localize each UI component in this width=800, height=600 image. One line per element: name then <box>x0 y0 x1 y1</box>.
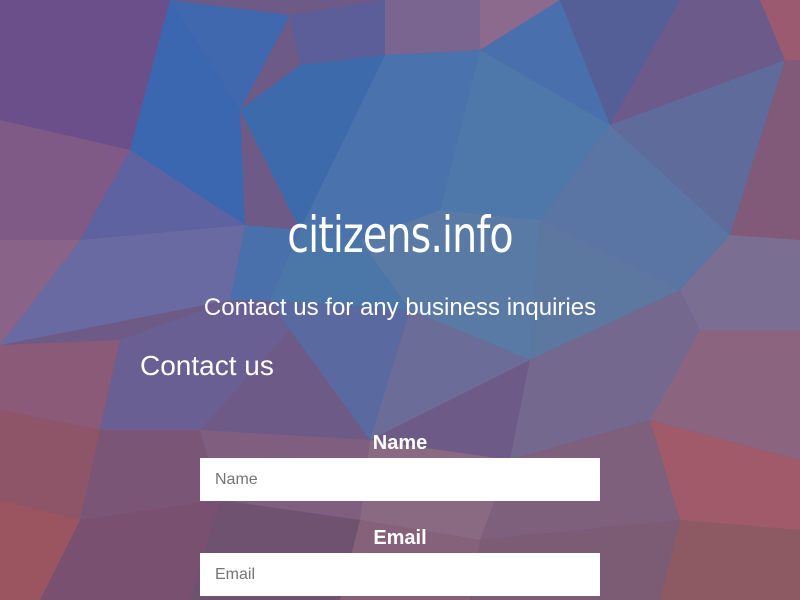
email-input[interactable] <box>200 553 600 596</box>
tagline: Contact us for any business inquiries <box>203 294 597 321</box>
email-label: Email <box>373 527 427 549</box>
contact-heading: Contact us <box>140 350 274 381</box>
name-input[interactable] <box>200 458 600 501</box>
page-content: citizens.info Contact us for any busines… <box>0 0 800 600</box>
site-title: citizens.info <box>287 206 513 264</box>
name-label: Name <box>372 432 428 454</box>
